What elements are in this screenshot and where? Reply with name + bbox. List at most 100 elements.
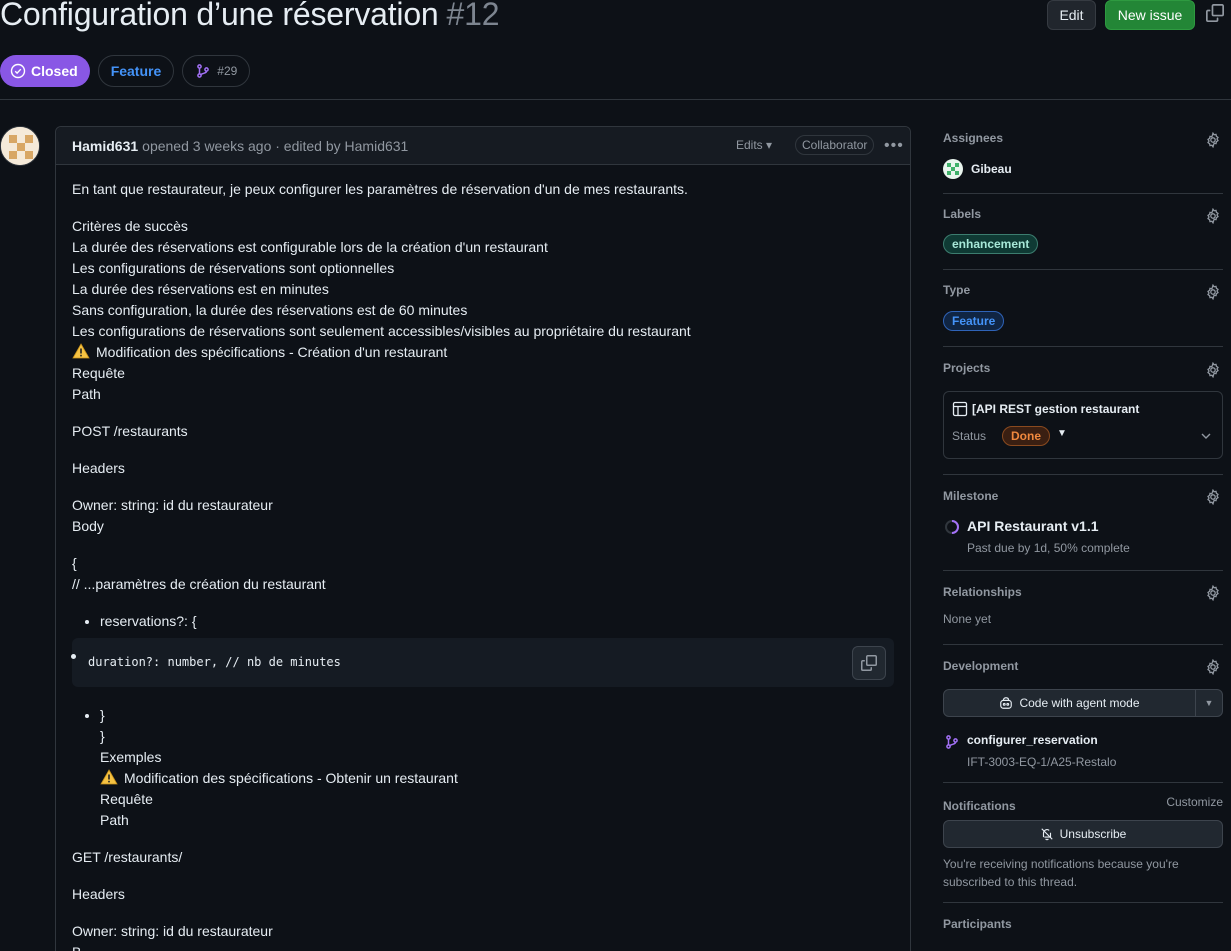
headers-heading: Headers: [72, 886, 125, 902]
criteria-line: Sans configuration, la durée des réserva…: [72, 302, 468, 318]
agent-button-label: Code with agent mode: [1019, 696, 1140, 710]
label-enhancement[interactable]: enhancement: [943, 234, 1039, 254]
avatar[interactable]: [0, 126, 40, 166]
participants-title: Participants: [943, 917, 1012, 931]
comment-author-link[interactable]: Hamid631: [72, 138, 138, 154]
agent-dropdown-button[interactable]: ▼: [1196, 690, 1222, 716]
project-name[interactable]: [API REST gestion restaurant: [972, 402, 1139, 416]
milestone-title: Milestone: [943, 489, 999, 503]
divider: [943, 269, 1223, 270]
code-block: duration?: number, // nb de minutes: [71, 638, 894, 687]
spec-change-text: Modification des spécifications - Obteni…: [124, 770, 458, 786]
status-badge[interactable]: Done: [1002, 426, 1050, 446]
gear-icon[interactable]: [1205, 489, 1221, 505]
status-label: Status: [952, 429, 987, 443]
notifications-title: Notifications: [943, 799, 1016, 813]
code-with-agent-button[interactable]: Code with agent mode: [944, 690, 1196, 716]
request-heading: Requête: [100, 791, 153, 807]
git-branch-icon: [197, 64, 210, 78]
request-heading: Requête: [72, 365, 125, 381]
chevron-down-icon: ▾: [766, 138, 773, 152]
comment-header: Hamid631 opened 3 weeks ago · edited by …: [56, 127, 910, 165]
milestone-meta: Past due by 1d, 50% complete: [967, 541, 1130, 555]
bell-slash-icon: [1040, 828, 1053, 841]
gear-icon[interactable]: [1205, 585, 1221, 601]
role-badge: Collaborator: [795, 135, 875, 155]
list-item: reservations?: {: [100, 611, 894, 632]
divider: [943, 346, 1223, 347]
assignees-section: Assignees Gibeau: [943, 126, 1223, 194]
unsubscribe-label: Unsubscribe: [1059, 827, 1127, 841]
warning-icon: [100, 769, 118, 785]
code-text: }: [100, 728, 105, 744]
warning-icon: [72, 343, 90, 359]
list-item: } } Exemples Modification des spécificat…: [100, 705, 894, 831]
linked-pr-badge[interactable]: #29: [182, 55, 251, 87]
caret-down-icon[interactable]: ▼: [1057, 428, 1067, 439]
state-label: Closed: [31, 63, 78, 79]
type-title: Type: [943, 283, 971, 297]
divider: [943, 474, 1223, 475]
issue-state-row: Closed Feature #29: [0, 55, 251, 87]
author-identicon-icon: [1, 127, 39, 165]
endpoint-post: POST /restaurants: [72, 423, 188, 439]
gear-icon[interactable]: [1205, 659, 1221, 675]
copy-link-icon[interactable]: [1206, 4, 1224, 22]
projects-title: Projects: [943, 361, 991, 375]
state-badge: Closed: [0, 55, 90, 87]
branch-repo: IFT-3003-EQ-1/A25-Restalo: [967, 755, 1117, 769]
notifications-reason: You're receiving notifications because y…: [943, 857, 1179, 889]
new-issue-button[interactable]: New issue: [1105, 0, 1195, 30]
criteria-heading: Critères de succès: [72, 218, 188, 234]
unsubscribe-button[interactable]: Unsubscribe: [943, 820, 1223, 848]
labels-title: Labels: [943, 207, 982, 221]
branch-link[interactable]: configurer_reservation: [967, 733, 1098, 747]
path-heading: Path: [72, 386, 101, 402]
project-card[interactable]: [API REST gestion restaurant Status Done…: [943, 391, 1223, 459]
gear-icon[interactable]: [1205, 208, 1221, 224]
code-text: {: [72, 555, 77, 571]
chevron-down-icon[interactable]: [1200, 430, 1212, 442]
copilot-icon: [1000, 697, 1013, 709]
kebab-menu-icon[interactable]: •••: [884, 137, 904, 155]
criteria-line: La durée des réservations est configurab…: [72, 239, 548, 255]
spec-change-line: Modification des spécifications - Créati…: [72, 342, 894, 363]
list-bullet: [71, 654, 76, 659]
git-branch-icon: [946, 735, 958, 749]
project-title-row: [API REST gestion restaurant: [952, 401, 1139, 417]
comment-body: En tant que restaurateur, je peux config…: [71, 179, 894, 951]
gear-icon[interactable]: [1205, 284, 1221, 300]
edit-button[interactable]: Edit: [1047, 0, 1096, 30]
criteria-line: Les configurations de réservations sont …: [72, 323, 691, 339]
customize-link[interactable]: Customize: [1166, 795, 1223, 809]
divider: [943, 782, 1223, 783]
assignee-avatar-icon: [943, 159, 963, 179]
path-heading: Path: [100, 812, 129, 828]
relationships-value: None yet: [943, 612, 992, 626]
code-with-agent-button-group: Code with agent mode ▼: [943, 689, 1223, 717]
type-badge[interactable]: Feature: [97, 55, 175, 87]
gear-icon[interactable]: [1205, 362, 1221, 378]
body-heading: Body: [72, 518, 104, 534]
criteria-line: Les configurations de réservations sont …: [72, 260, 395, 276]
spec-change-line: Modification des spécifications - Obteni…: [100, 768, 894, 789]
caret-down-icon: ▼: [1204, 698, 1214, 708]
spec-change-text: Modification des spécifications - Créati…: [96, 344, 448, 360]
milestone-link[interactable]: API Restaurant v1.1: [967, 518, 1099, 534]
owner-header-text: Owner: string: id du restaurateur: [72, 923, 273, 939]
edits-dropdown[interactable]: Edits ▾: [736, 138, 772, 152]
check-circle-icon: [10, 63, 26, 79]
issue-header: Configuration d’une réservation #12 Edit …: [0, 0, 1231, 100]
list-item: duration?: number, // nb de minutes: [71, 638, 894, 687]
assignee-item[interactable]: Gibeau: [943, 159, 1012, 179]
intro-text: En tant que restaurateur, je peux config…: [72, 181, 688, 197]
code-line: duration?: number, // nb de minutes: [88, 655, 341, 669]
gear-icon[interactable]: [1205, 132, 1221, 148]
headers-heading: Headers: [72, 460, 125, 476]
issue-description-comment: Hamid631 opened 3 weeks ago · edited by …: [55, 126, 911, 951]
type-feature-badge[interactable]: Feature: [943, 311, 1005, 331]
divider: [943, 570, 1223, 571]
copy-code-button[interactable]: [852, 646, 886, 680]
issue-title-text: Configuration d’une réservation: [0, 0, 439, 32]
body-heading: B...: [72, 942, 894, 951]
